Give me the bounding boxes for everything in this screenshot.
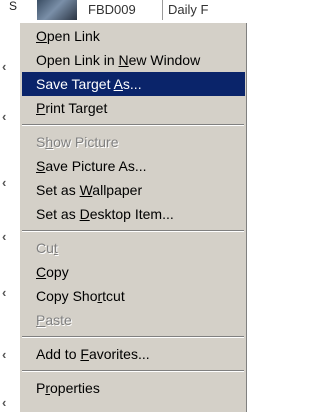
mnemonic-letter: F: [80, 346, 89, 362]
menu-item-label: rint Target: [45, 100, 108, 116]
menu-item-label: aste: [45, 312, 72, 328]
menu-item-cut[interactable]: Cut: [22, 236, 245, 260]
arrow-mark-icon: ‹: [2, 175, 7, 190]
menu-item-set-as-wallpaper[interactable]: Set as Wallpaper: [22, 178, 245, 202]
menu-item-label: avorites...: [88, 346, 150, 362]
menu-item-add-to-favorites[interactable]: Add to Favorites...: [22, 342, 245, 366]
menu-item-save-target-as[interactable]: Save Target As...: [22, 72, 245, 96]
menu-item-label: Copy Sho: [36, 288, 98, 304]
menu-item-label: allpaper: [92, 182, 143, 198]
menu-item-label: esktop Item...: [89, 206, 174, 222]
menu-item-properties[interactable]: Properties: [22, 376, 245, 400]
menu-item-label: Add to: [36, 346, 81, 362]
menu-separator: [22, 124, 244, 126]
menu-item-open-link-in-new-window[interactable]: Open Link in New Window: [22, 48, 245, 72]
menu-item-label: tcut: [102, 288, 125, 304]
mnemonic-letter: C: [36, 264, 47, 280]
menu-item-label: Cu: [36, 240, 54, 256]
menu-item-open-link[interactable]: Open Link: [22, 24, 245, 48]
mnemonic-letter: O: [36, 28, 47, 44]
mnemonic-letter: S: [36, 158, 46, 174]
mnemonic-letter: t: [53, 240, 58, 256]
menu-item-print-target[interactable]: Print Target: [22, 96, 245, 120]
thumbnail-image[interactable]: [37, 0, 77, 20]
mnemonic-letter: P: [36, 312, 46, 328]
menu-item-label: Set as: [36, 182, 80, 198]
menu-item-label: ew Window: [128, 52, 201, 68]
mnemonic-letter: W: [79, 182, 93, 198]
context-menu: Open Link Open Link in New Window Save Tar…: [19, 22, 247, 412]
menu-item-set-as-desktop-item[interactable]: Set as Desktop Item...: [22, 202, 245, 226]
menu-item-paste[interactable]: Paste: [22, 308, 245, 332]
mnemonic-letter: A: [113, 76, 123, 92]
column-divider: [162, 0, 163, 20]
menu-item-save-picture-as[interactable]: Save Picture As...: [22, 154, 245, 178]
menu-item-label: ave Picture As...: [45, 158, 147, 174]
menu-item-copy-shortcut[interactable]: Copy Shortcut: [22, 284, 245, 308]
arrow-mark-icon: ‹: [2, 109, 7, 124]
menu-item-label: opy: [46, 264, 69, 280]
menu-item-copy[interactable]: Copy: [22, 260, 245, 284]
menu-item-label: P: [36, 380, 46, 396]
menu-item-label: pen Link: [46, 28, 100, 44]
menu-separator: [22, 370, 244, 372]
mnemonic-letter: D: [79, 206, 90, 222]
mnemonic-letter: P: [36, 100, 46, 116]
table-cell-id[interactable]: FBD009: [88, 0, 158, 20]
arrow-mark-icon: ‹: [2, 59, 7, 74]
menu-separator: [22, 336, 244, 338]
arrow-mark-icon: ‹: [2, 395, 7, 410]
mnemonic-letter: N: [118, 52, 129, 68]
menu-item-label: Open Link in: [36, 52, 119, 68]
menu-separator: [22, 230, 244, 232]
page-left-strip: ‹ ‹ ‹ ‹ ‹ ‹ ‹: [0, 0, 19, 412]
arrow-mark-icon: ‹: [2, 229, 7, 244]
table-cell-name[interactable]: Daily F: [168, 0, 247, 20]
menu-item-label: Save Target: [36, 76, 114, 92]
menu-item-show-picture[interactable]: Show Picture: [22, 130, 245, 154]
menu-item-label: ow Picture: [53, 134, 119, 150]
menu-item-label: operties: [50, 380, 100, 396]
arrow-mark-icon: ‹: [2, 347, 7, 362]
arrow-mark-icon: ‹: [2, 285, 7, 300]
menu-item-label: Set as: [36, 206, 80, 222]
menu-item-label: s...: [122, 76, 142, 92]
mnemonic-letter: h: [45, 134, 54, 150]
menu-item-label: S: [36, 134, 46, 150]
